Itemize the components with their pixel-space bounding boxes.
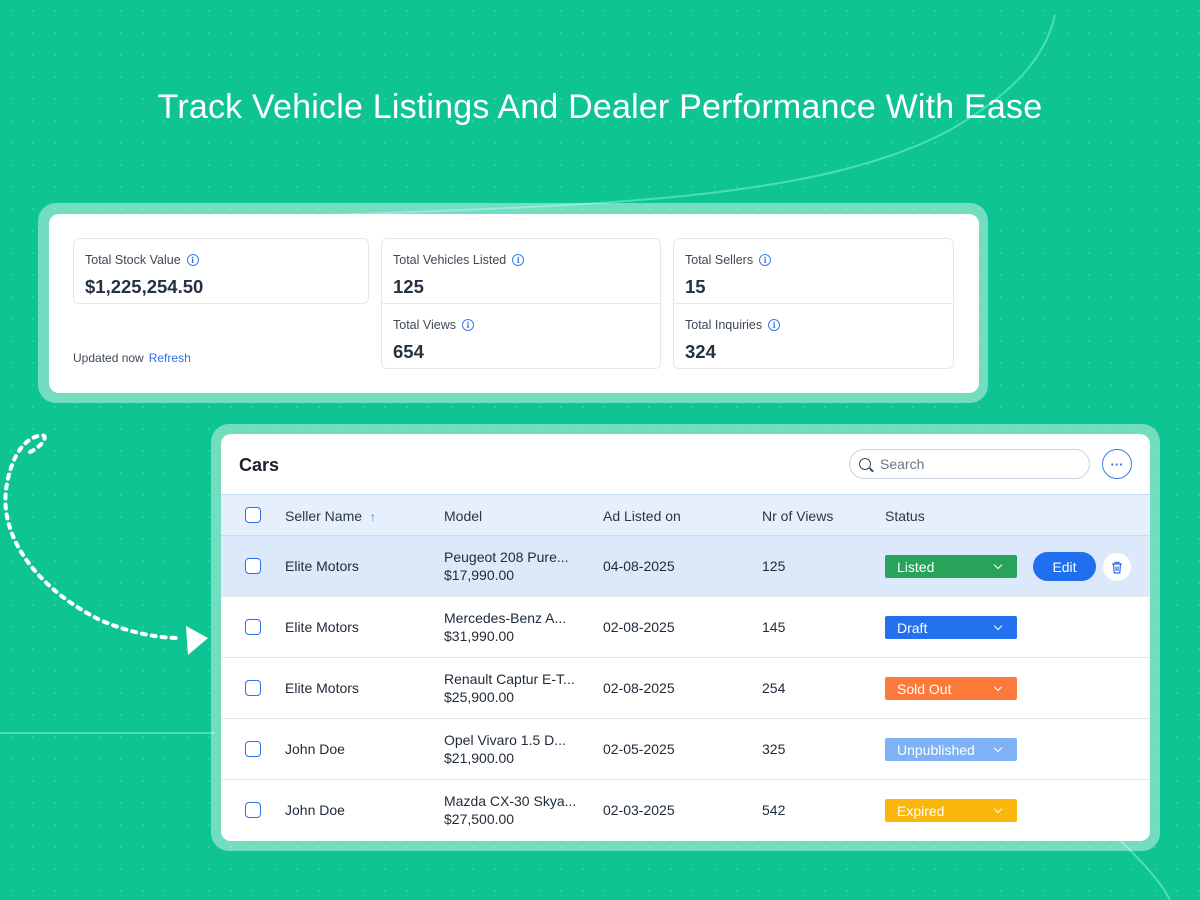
model-price: $31,990.00 [444, 628, 515, 644]
seller-name: John Doe [285, 741, 345, 757]
more-actions-button[interactable]: ··· [1102, 449, 1132, 479]
updated-status: Updated now Refresh [73, 351, 191, 365]
chevron-down-icon [993, 804, 1003, 813]
view-count: 325 [762, 741, 786, 757]
trash-icon [1112, 561, 1122, 574]
dotted-arrow-path [3, 433, 182, 640]
edit-button[interactable]: Edit [1033, 552, 1096, 581]
search-box[interactable] [849, 449, 1090, 479]
model-cell: Renault Captur E-T... $25,900.00 [444, 670, 582, 706]
status-label: Listed [897, 558, 935, 575]
info-icon[interactable]: i [512, 254, 525, 266]
table-row[interactable]: John Doe Mazda CX-30 Skya... $27,500.00 … [221, 780, 1150, 841]
table-row[interactable]: Elite Motors Peugeot 208 Pure... $17,990… [221, 536, 1150, 597]
table-row[interactable]: Elite Motors Renault Captur E-T... $25,9… [221, 658, 1150, 719]
listed-date: 02-08-2025 [603, 619, 675, 635]
row-checkbox[interactable] [245, 619, 261, 635]
total-sellers-value: 15 [685, 276, 706, 297]
model-cell: Mercedes-Benz A... $31,990.00 [444, 609, 582, 645]
total-inquiries-value: 324 [685, 341, 716, 362]
arrow-head-icon [186, 626, 208, 655]
listed-date: 02-08-2025 [603, 680, 675, 696]
status-label: Sold Out [897, 680, 952, 697]
model-name: Opel Vivaro 1.5 D... [444, 732, 566, 748]
column-header-status[interactable]: Status [885, 508, 925, 524]
seller-name: Elite Motors [285, 619, 359, 635]
row-checkbox[interactable] [245, 558, 261, 574]
select-all-checkbox[interactable] [245, 507, 261, 523]
status-dropdown[interactable]: Listed [885, 555, 1017, 578]
stock-value: $1,225,254.50 [85, 276, 204, 297]
model-name: Renault Captur E-T... [444, 671, 575, 687]
model-cell: Peugeot 208 Pure... $17,990.00 [444, 548, 582, 584]
table-header: Seller Name ↑ Model Ad Listed on Nr of Vi… [221, 494, 1150, 536]
model-cell: Opel Vivaro 1.5 D... $21,900.00 [444, 731, 582, 767]
cars-table-card: Cars ··· Seller Name↑ Model Ad Listed on… [221, 434, 1150, 841]
refresh-link[interactable]: Refresh [149, 351, 191, 365]
model-price: $25,900.00 [444, 689, 515, 705]
sort-arrow-up-icon[interactable]: ↑ [370, 510, 376, 524]
model-price: $27,500.00 [444, 811, 515, 827]
column-header-date[interactable]: Ad Listed on [603, 508, 681, 524]
view-count: 125 [762, 558, 786, 574]
model-name: Mazda CX-30 Skya... [444, 793, 577, 809]
total-views-label: Total Views [393, 318, 456, 332]
info-icon[interactable]: i [768, 319, 781, 331]
seller-name: Elite Motors [285, 680, 359, 696]
delete-button[interactable] [1103, 553, 1131, 581]
total-sellers-label: Total Sellers [685, 253, 754, 267]
status-dropdown[interactable]: Sold Out [885, 677, 1017, 700]
column-header-model[interactable]: Model [444, 508, 482, 524]
divider [674, 303, 953, 304]
search-icon [859, 458, 871, 470]
status-dropdown[interactable]: Unpublished [885, 738, 1017, 761]
table-row[interactable]: John Doe Opel Vivaro 1.5 D... $21,900.00… [221, 719, 1150, 780]
chevron-down-icon [993, 743, 1003, 752]
info-icon[interactable]: i [186, 254, 199, 266]
vehicles-listed-value: 125 [393, 276, 424, 297]
model-name: Mercedes-Benz A... [444, 610, 567, 626]
listed-date: 02-03-2025 [603, 802, 675, 818]
status-label: Draft [897, 619, 928, 636]
view-count: 145 [762, 619, 786, 635]
stock-value-label: Total Stock Value [85, 253, 181, 267]
status-label: Unpublished [897, 741, 975, 758]
model-cell: Mazda CX-30 Skya... $27,500.00 [444, 792, 582, 828]
total-views-value: 654 [393, 341, 424, 362]
divider [382, 303, 660, 304]
vehicles-views-box: Total Vehicles Listed i 125 Total Views … [381, 238, 661, 369]
seller-name: John Doe [285, 802, 345, 818]
row-checkbox[interactable] [245, 741, 261, 757]
column-header-seller[interactable]: Seller Name ↑ [285, 508, 376, 524]
page-headline: Track Vehicle Listings And Dealer Perfor… [157, 88, 1043, 126]
model-name: Peugeot 208 Pure... [444, 549, 569, 565]
stock-value-box: Total Stock Value i $1,225,254.50 [73, 238, 369, 304]
listed-date: 04-08-2025 [603, 558, 675, 574]
row-checkbox[interactable] [245, 680, 261, 696]
total-inquiries-label: Total Inquiries [685, 318, 763, 332]
chevron-down-icon [993, 560, 1003, 569]
chevron-down-icon [993, 621, 1003, 630]
info-icon[interactable]: i [759, 254, 772, 266]
table-row[interactable]: Elite Motors Mercedes-Benz A... $31,990.… [221, 597, 1150, 658]
listed-date: 02-05-2025 [603, 741, 675, 757]
updated-text: Updated now [73, 351, 144, 365]
search-input[interactable] [880, 456, 1070, 472]
vehicles-listed-label: Total Vehicles Listed [393, 253, 507, 267]
info-icon[interactable]: i [462, 319, 474, 331]
status-dropdown[interactable]: Expired [885, 799, 1017, 822]
view-count: 542 [762, 802, 786, 818]
table-title: Cars [239, 455, 280, 475]
stats-card: Total Stock Value i $1,225,254.50 Total … [49, 214, 979, 393]
seller-name: Elite Motors [285, 558, 359, 574]
row-checkbox[interactable] [245, 802, 261, 818]
status-label: Expired [897, 802, 945, 819]
sellers-inquiries-box: Total Sellers i 15 Total Inquiries i 324 [673, 238, 954, 369]
chevron-down-icon [993, 682, 1003, 691]
view-count: 254 [762, 680, 786, 696]
model-price: $21,900.00 [444, 750, 515, 766]
column-header-views[interactable]: Nr of Views [762, 508, 833, 524]
model-price: $17,990.00 [444, 567, 515, 583]
status-dropdown[interactable]: Draft [885, 616, 1017, 639]
